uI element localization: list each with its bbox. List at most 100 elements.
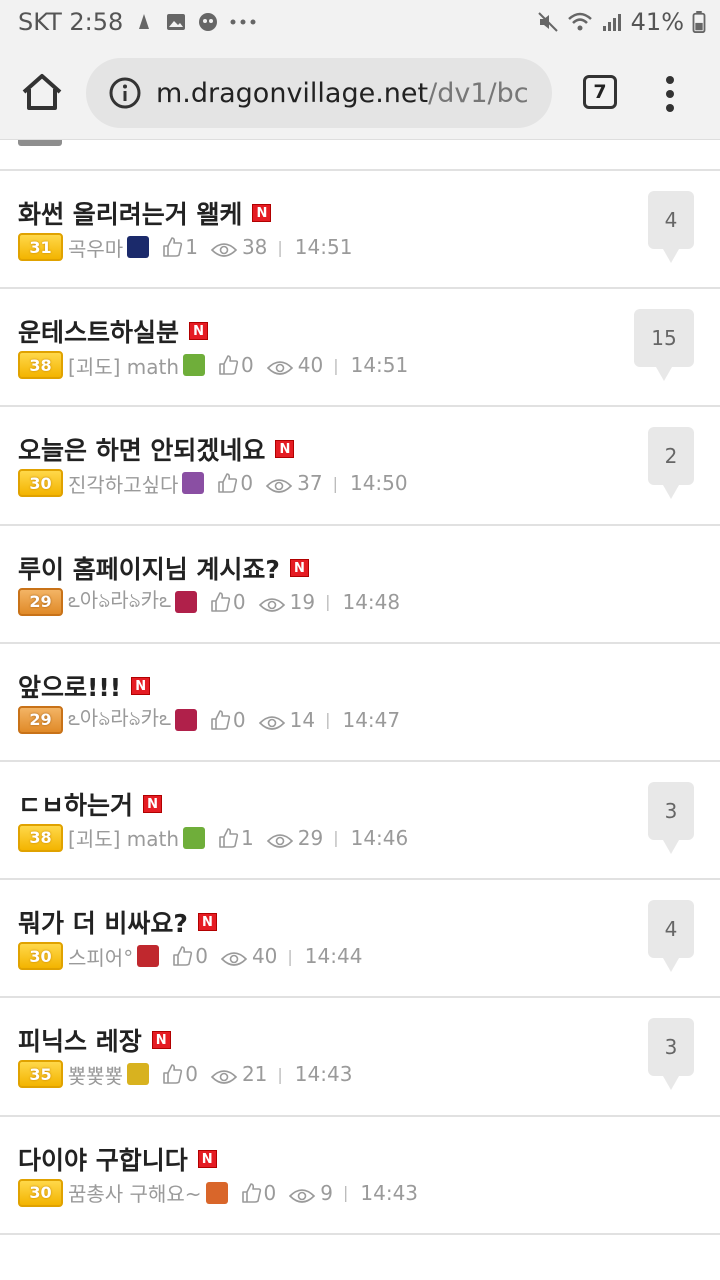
new-badge: N [131,676,151,695]
url-path: /dv1/bc [428,77,529,109]
signal-icon [602,14,621,31]
thumbs-up-icon [211,591,231,612]
info-icon[interactable] [108,76,142,110]
post-meta: 31 곡우마 1 38 | 14:51 [18,231,352,263]
post-time: 14:47 [342,707,401,732]
comment-count-bubble[interactable]: 3 [648,1018,694,1091]
divider: | [333,828,339,848]
post-title[interactable]: 오늘은 하면 안되겠네요 N [18,431,295,467]
divider: | [333,355,339,375]
new-badge: N [197,1149,217,1168]
author-name[interactable]: 진각하고싶다 [68,469,178,498]
home-icon[interactable] [18,70,66,114]
comment-count-bubble[interactable]: 2 [648,427,694,500]
list-item[interactable]: ㄷㅂ하는거 N 38 [괴도] math 1 29 | 14:46 3 [0,762,720,881]
list-item[interactable]: 다이야 구합니다 N 30 꿈총사 구해요~ 0 9 | 14:43 [0,1117,720,1235]
comment-count-bubble[interactable]: 4 [648,900,694,973]
like-count: 0 [195,944,208,969]
author-name[interactable]: 뿇뿇뿇 [68,1060,123,1089]
author-name[interactable]: 꿈총사 구해요~ [68,1178,202,1207]
likes: 1 [161,235,198,259]
list-item[interactable]: 오늘은 하면 안되겠네요 N 30 진각하고싶다 0 37 | 14:50 2 [0,407,720,526]
post-title[interactable]: 운테스트하실분 N [18,313,209,349]
avatar [127,1063,150,1086]
post-title[interactable]: 앞으로!!! N [18,668,151,704]
comment-count-bubble[interactable]: 3 [648,781,694,854]
post-meta: 30 꿈총사 구해요~ 0 9 | 14:43 [18,1177,418,1209]
post-title[interactable]: 루이 홈페이지님 계시죠? N [18,550,309,586]
likes: 0 [217,353,254,377]
more-dots-icon [230,19,256,25]
overflow-menu-icon[interactable] [660,74,680,114]
author-name[interactable]: [괴도] math [68,823,179,852]
divider: | [342,1183,349,1202]
author-name[interactable]: [괴도] math [68,351,179,380]
author-name[interactable]: ఽ아ঌ라ঌ카ఽ [68,702,171,737]
post-meta: 38 [괴도] math 0 40 | 14:51 [18,349,408,381]
url-text[interactable]: m.dragonvillage.net/dv1/bc [156,78,529,109]
level-badge: 38 [18,351,63,380]
author-name[interactable]: ఽ아ঌ라ঌ카ఽ [68,584,171,619]
divider: | [332,473,338,493]
views: 9 [288,1181,333,1205]
app-icon [199,13,218,31]
post-title[interactable]: 화썬 올리려는거 왤케 N [18,195,272,231]
post-meta: 30 스피어° 0 40 | 14:44 [18,940,362,972]
thumbs-up-icon [163,1064,183,1085]
post-meta: 29 ఽ아ঌ라ঌ카ఽ 0 14 | 14:47 [18,704,400,736]
like-count: 0 [263,1180,277,1205]
like-count: 1 [241,825,254,850]
partial-list-item [0,140,720,171]
level-badge: 38 [18,823,63,852]
avatar [182,472,205,495]
level-badge: 30 [18,942,63,971]
notification-icon [139,14,150,29]
post-title[interactable]: 다이야 구합니다 N [18,1141,217,1177]
post-title-text: 뭐가 더 비싸요? [18,909,188,939]
list-item[interactable]: 운테스트하실분 N 38 [괴도] math 0 40 | 14:51 15 [0,289,720,408]
post-time: 14:51 [294,235,353,259]
thumbs-up-icon [241,1182,261,1203]
post-title-text: 다이야 구합니다 [18,1145,188,1175]
likes: 0 [240,1180,277,1205]
post-time: 14:50 [349,471,408,496]
thumbs-up-icon [211,709,231,730]
post-title[interactable]: 피닉스 레장 N [18,1022,171,1058]
likes: 0 [171,944,208,968]
thumbs-up-icon [163,237,183,257]
like-count: 0 [232,589,246,614]
eye-icon [220,952,248,966]
wifi-icon [567,12,592,31]
view-count: 38 [241,235,268,259]
author-name[interactable]: 곡우마 [68,233,123,262]
post-title-text: 앞으로!!! [18,672,122,702]
post-title-text: 오늘은 하면 안되겠네요 [18,436,266,466]
thumbs-up-icon [173,946,193,966]
avatar [205,1181,228,1204]
eye-icon [258,715,285,730]
post-meta: 38 [괴도] math 1 29 | 14:46 [18,822,408,854]
avatar [183,354,206,377]
url-bar[interactable]: m.dragonvillage.net/dv1/bc [86,58,552,128]
eye-icon [266,361,293,375]
view-count: 40 [251,944,278,969]
new-badge: N [189,322,209,341]
views: 40 [220,944,277,968]
views: 19 [258,590,315,614]
likes: 1 [217,826,254,850]
list-item[interactable]: 피닉스 레장 N 35 뿇뿇뿇 0 21 | 14:43 3 [0,998,720,1117]
author-name[interactable]: 스피어° [68,942,133,971]
comment-count-bubble[interactable]: 15 [634,309,694,382]
list-item[interactable]: 화썬 올리려는거 왤케 N 31 곡우마 1 38 | 14:51 4 [0,171,720,290]
list-item[interactable]: 루이 홈페이지님 계시죠? N 29 ఽ아ঌ라ঌ카ఽ 0 19 | 14:48 [0,526,720,644]
divider: | [325,710,331,730]
list-item[interactable]: 앞으로!!! N 29 ఽ아ঌ라ঌ카ఽ 0 14 | 14:47 [0,644,720,762]
post-time: 14:46 [350,825,409,850]
post-time: 14:44 [304,944,363,969]
post-title-text: 화썬 올리려는거 왤케 [18,200,243,229]
comment-count-bubble[interactable]: 4 [648,191,694,263]
post-title[interactable]: ㄷㅂ하는거 N [18,786,163,822]
list-item[interactable]: 뭐가 더 비싸요? N 30 스피어° 0 40 | 14:44 4 [0,880,720,999]
tab-switcher-button[interactable]: 7 [583,75,617,109]
post-title[interactable]: 뭐가 더 비싸요? N [18,904,217,940]
